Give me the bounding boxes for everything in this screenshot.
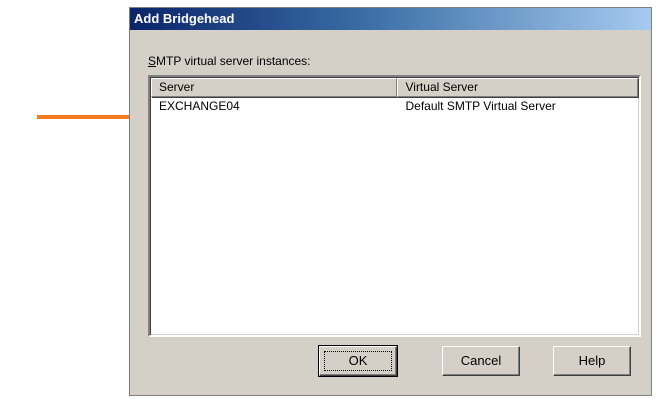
smtp-instances-list[interactable]: Server Virtual Server EXCHANGE04 Default… [148, 75, 641, 337]
row-virtual-server-cell: Default SMTP Virtual Server [405, 99, 556, 113]
column-header-server[interactable]: Server [151, 78, 398, 97]
ok-button-label: OK [324, 351, 392, 371]
list-header: Server Virtual Server [151, 78, 638, 97]
column-header-virtual-server[interactable]: Virtual Server [397, 78, 638, 97]
ok-button[interactable]: OK [318, 345, 398, 377]
dialog-title-bar[interactable]: Add Bridgehead [130, 8, 651, 30]
list-row[interactable]: EXCHANGE04 Default SMTP Virtual Server [151, 98, 638, 115]
list-caption-accelerator: S [148, 54, 157, 68]
dialog-title: Add Bridgehead [134, 11, 235, 26]
row-server-cell: EXCHANGE04 [159, 99, 240, 113]
list-caption: SMTP virtual server instances: [148, 54, 311, 68]
help-button[interactable]: Help [553, 346, 631, 376]
cancel-button[interactable]: Cancel [442, 346, 520, 376]
screenshot-stage: Add Bridgehead SMTP virtual server insta… [0, 0, 659, 399]
list-caption-text: MTP virtual server instances: [156, 54, 311, 68]
add-bridgehead-dialog: Add Bridgehead SMTP virtual server insta… [129, 7, 652, 396]
